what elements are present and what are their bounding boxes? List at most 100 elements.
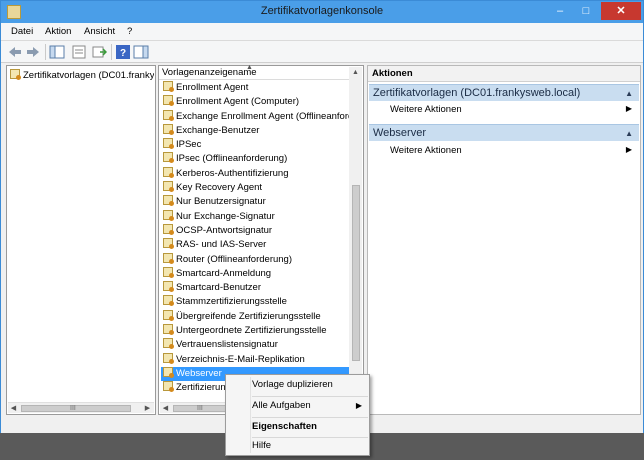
show-hide-tree-icon[interactable] [49,44,65,60]
certificate-template-icon [163,181,174,193]
scroll-right-arrow-icon[interactable]: ▶ [142,403,153,414]
console-window: Zertifikatvorlagenkonsole – □ ✕ Datei Ak… [0,0,644,433]
forward-icon[interactable] [25,44,41,60]
certificate-template-icon [10,69,21,80]
actions-header: Aktionen [368,66,640,82]
list-item-label: IPsec (Offlineanforderung) [176,153,288,165]
context-menu: Vorlage duplizieren Alle Aufgaben ▶ Eige… [225,374,370,456]
menu-item-properties[interactable]: Eigenschaften [252,419,368,435]
list-item-label: Untergeordnete Zertifizierungsstelle [176,325,327,337]
template-list: Enrollment Agent Enrollment Agent (Compu… [161,81,349,396]
scroll-grip-icon: III [70,405,76,412]
title-bar[interactable]: Zertifikatvorlagenkonsole – □ ✕ [1,1,643,23]
action-more-actions[interactable]: Weitere Aktionen ▶ [390,145,638,159]
list-item-label: Smartcard-Benutzer [176,282,262,294]
list-item[interactable]: IPsec (Offlineanforderung) [161,152,349,166]
scroll-thumb[interactable] [21,405,131,412]
certificate-template-icon [163,223,174,235]
scroll-left-arrow-icon[interactable]: ◀ [8,403,19,414]
list-item[interactable]: Stammzertifizierungsstelle [161,295,349,309]
toolbar: ? [1,41,643,63]
submenu-arrow-icon: ▶ [625,104,632,113]
list-item[interactable]: Enrollment Agent (Computer) [161,95,349,109]
list-item-label: RAS- und IAS-Server [176,239,267,251]
show-hide-action-pane-icon[interactable] [133,44,149,60]
menu-bar: Datei Aktion Ansicht ? [1,23,643,41]
certificate-template-icon [163,209,174,221]
list-item[interactable]: Übergreifende Zertifizierungsstelle [161,309,349,324]
list-item[interactable]: Exchange Enrollment Agent (Offlineanford… [161,109,349,124]
svg-text:?: ? [120,48,126,59]
list-item[interactable]: Smartcard-Benutzer [161,281,349,295]
list-item[interactable]: Vertrauenslistensignatur [161,338,349,352]
certificate-template-icon [163,138,174,150]
certificate-template-icon [163,152,174,164]
list-item-label: Übergreifende Zertifizierungsstelle [176,310,321,322]
certificate-template-icon [163,123,174,135]
certificate-template-icon [163,381,174,393]
list-item[interactable]: Smartcard-Anmeldung [161,266,349,281]
help-icon[interactable]: ? [115,44,131,60]
action-more-actions[interactable]: Weitere Aktionen ▶ [390,104,638,118]
certificate-template-icon [163,338,174,350]
menu-separator [252,417,368,418]
list-item-label: Webserver [176,367,222,379]
list-item-label: Exchange Enrollment Agent (Offlineanford… [176,110,349,122]
menu-item-all-tasks[interactable]: Alle Aufgaben ▶ [252,398,368,414]
section-title: Webserver [373,127,426,139]
certificate-template-icon [163,109,174,121]
action-label: Weitere Aktionen [390,104,462,115]
certificate-template-icon [163,352,174,364]
menu-aktion[interactable]: Aktion [45,26,71,37]
collapse-up-icon[interactable]: ▲ [625,129,633,138]
list-item[interactable]: OCSP-Antwortsignatur [161,223,349,238]
export-icon[interactable] [91,44,108,60]
list-item-label: Kerberos-Authentifizierung [176,167,289,179]
list-item-label: Vertrauenslistensignatur [176,339,278,351]
scroll-up-arrow-icon[interactable]: ▲ [349,67,362,79]
menu-datei[interactable]: Datei [11,26,33,37]
list-item[interactable]: IPSec [161,138,349,152]
list-vertical-scrollbar[interactable]: ▲ ▼ [349,67,362,401]
column-header-template-name[interactable]: Vorlagenanzeigename ▲ [159,64,349,80]
list-item[interactable]: RAS- und IAS-Server [161,238,349,252]
collapse-up-icon[interactable]: ▲ [625,89,633,98]
close-button[interactable]: ✕ [601,2,641,20]
menu-gutter [250,377,251,453]
toolbar-separator [45,44,46,60]
list-item[interactable]: Exchange-Benutzer [161,123,349,138]
list-item[interactable]: Kerberos-Authentifizierung [161,166,349,181]
scroll-thumb[interactable] [352,185,360,361]
toolbar-separator [111,44,112,60]
tree-root-item[interactable]: Zertifikatvorlagen (DC01.frankysweb.loca… [10,69,154,81]
back-icon[interactable] [7,44,23,60]
list-item[interactable]: Enrollment Agent [161,81,349,95]
certificate-template-icon [163,295,174,307]
list-item[interactable]: Router (Offlineanforderung) [161,252,349,267]
actions-section-webserver[interactable]: Webserver ▲ [369,124,639,141]
tree-horizontal-scrollbar[interactable]: ◀ III ▶ [8,402,154,413]
maximize-button[interactable]: □ [573,2,599,20]
list-item[interactable]: Untergeordnete Zertifizierungsstelle [161,324,349,338]
menu-help[interactable]: ? [127,26,132,37]
list-item[interactable]: Verzeichnis-E-Mail-Replikation [161,352,349,367]
certificate-template-icon [163,281,174,293]
list-item[interactable]: Key Recovery Agent [161,181,349,195]
template-list-pane: Vorlagenanzeigename ▲ Enrollment Agent E… [158,64,364,415]
list-item-label: Enrollment Agent [176,82,249,93]
minimize-button[interactable]: – [547,2,573,20]
list-item-label: OCSP-Antwortsignatur [176,224,273,236]
tree-root-label: Zertifikatvorlagen (DC01.frankysweb.loca… [23,70,154,81]
properties-icon[interactable] [71,44,87,60]
list-item[interactable]: Nur Benutzersignatur [161,195,349,209]
certificate-template-icon [163,266,174,278]
scroll-thumb[interactable] [173,405,233,412]
menu-item-duplicate-template[interactable]: Vorlage duplizieren [252,377,368,393]
menu-ansicht[interactable]: Ansicht [84,26,115,37]
actions-section-templates[interactable]: Zertifikatvorlagen (DC01.frankysweb.loca… [369,84,639,101]
list-item-label: Key Recovery Agent [176,182,263,194]
menu-item-help[interactable]: Hilfe [252,438,368,454]
scroll-left-arrow-icon[interactable]: ◀ [160,403,171,414]
list-item[interactable]: Nur Exchange-Signatur [161,209,349,224]
console-tree-pane: Zertifikatvorlagen (DC01.frankysweb.loca… [6,65,156,415]
